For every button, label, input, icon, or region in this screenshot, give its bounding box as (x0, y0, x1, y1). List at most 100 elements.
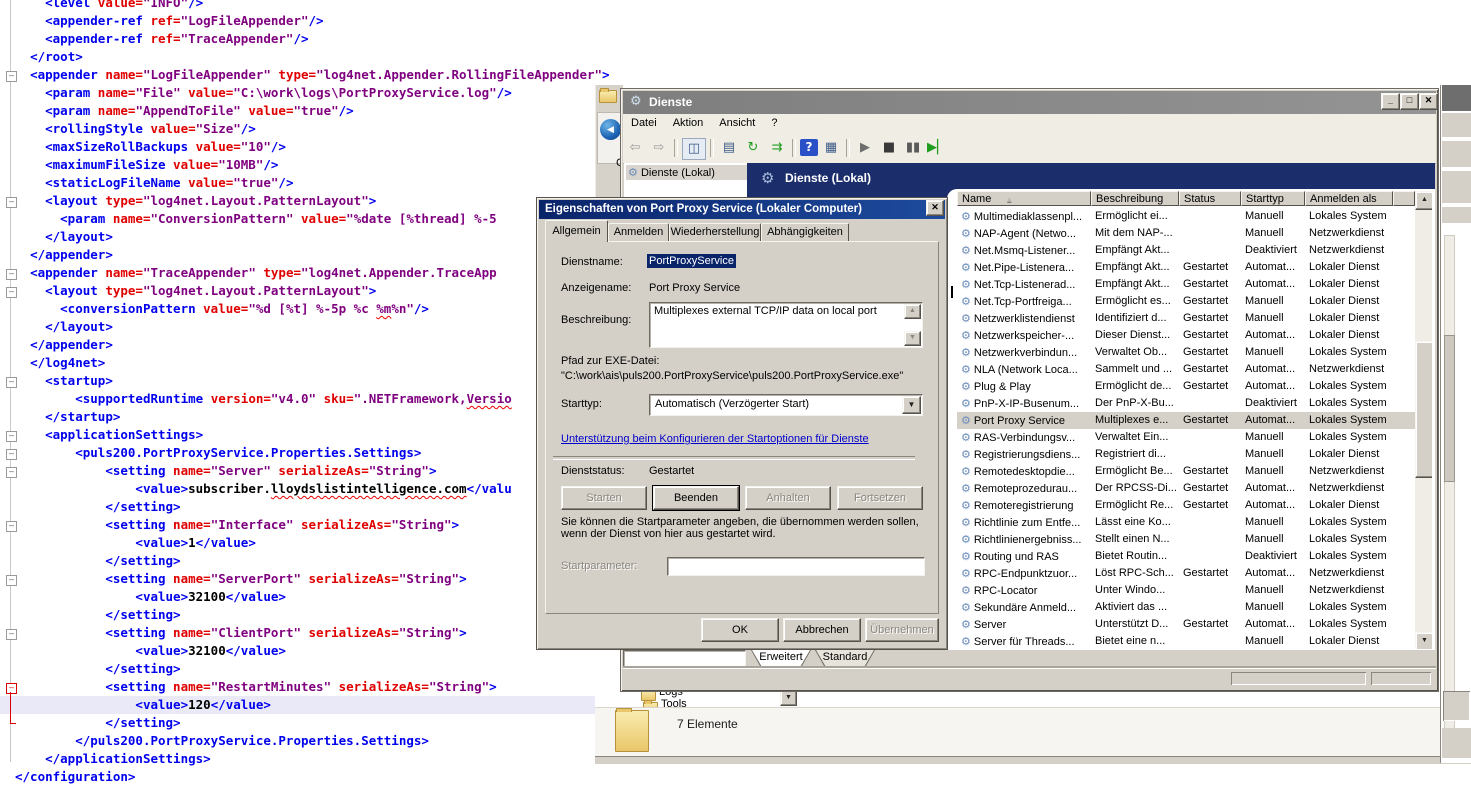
fold-marker-red[interactable]: – (6, 683, 17, 694)
close-icon[interactable]: ✕ (926, 200, 944, 216)
code-line[interactable]: <supportedRuntime version="v4.0" sku=".N… (0, 390, 610, 408)
code-line[interactable]: </setting> (0, 660, 610, 678)
code-line[interactable]: </setting> (0, 606, 610, 624)
table-row[interactable]: ⚙RAS-Verbindungsv...Verwaltet Ein...Manu… (957, 429, 1415, 446)
fold-marker[interactable]: – (6, 287, 17, 298)
table-row[interactable]: ⚙Registrierungsdiens...Registriert di...… (957, 446, 1415, 463)
code-line[interactable]: <param name="AppendToFile" value="true"/… (0, 102, 610, 120)
code-line[interactable]: </puls200.PortProxyService.Properties.Se… (0, 732, 610, 750)
scrollbar-thumb[interactable] (1444, 335, 1455, 482)
column-header-status[interactable]: Status (1179, 191, 1241, 206)
code-area[interactable]: <level value="INFO"/> <appender-ref ref=… (0, 0, 610, 786)
view-tab-erweitert[interactable]: Erweitert (751, 650, 811, 667)
forward-icon[interactable]: ⇨ (648, 138, 670, 158)
start-service-icon[interactable]: ▶ (854, 138, 876, 158)
column-header-name[interactable]: Name▲ (957, 191, 1091, 206)
fold-marker[interactable]: – (6, 197, 17, 208)
table-row[interactable]: ⚙Net.Msmq-Listener...Empfängt Akt...Deak… (957, 242, 1415, 259)
table-row[interactable]: ⚙Multimediaklassenpl...Ermöglicht ei...M… (957, 208, 1415, 225)
table-row[interactable]: ⚙Net.Tcp-Portfreiga...Ermöglicht es...Ge… (957, 293, 1415, 310)
table-row[interactable]: ⚙RPC-LocatorUnter Windo...ManuellNetzwer… (957, 582, 1415, 599)
fold-marker[interactable]: – (6, 521, 17, 532)
scrollbar-track[interactable] (1444, 235, 1455, 737)
table-row[interactable]: ⚙NAP-Agent (Netwo...Mit dem NAP-...Manue… (957, 225, 1415, 242)
menu-aktion[interactable]: Aktion (665, 114, 712, 129)
table-row[interactable]: ⚙Netzwerkspeicher-...Dieser Dienst...Ges… (957, 327, 1415, 344)
code-line[interactable]: <value>120</value> (0, 696, 595, 714)
code-line[interactable]: <param name="ConversionPattern" value="%… (0, 210, 610, 228)
fold-marker[interactable]: – (6, 629, 17, 640)
table-row[interactable]: ⚙Plug & PlayErmöglicht de...GestartetAut… (957, 378, 1415, 395)
close-button[interactable]: ✕ (1419, 93, 1438, 110)
code-line[interactable]: <value>subscriber.lloydslistintelligence… (0, 480, 610, 498)
table-row[interactable]: ⚙NLA (Network Loca...Sammelt und ...Gest… (957, 361, 1415, 378)
abbrechen-button[interactable]: Abbrechen (783, 618, 861, 642)
beenden-button[interactable]: Beenden (653, 486, 739, 510)
table-row[interactable]: ⚙Sekundäre Anmeld...Aktiviert das ...Man… (957, 599, 1415, 616)
code-line[interactable]: <appender name="LogFileAppender" type="l… (0, 66, 610, 84)
code-line[interactable]: <setting name="RestartMinutes" serialize… (0, 678, 610, 696)
beschreibung-field[interactable]: Multiplexes external TCP/IP data on loca… (649, 302, 923, 348)
code-line[interactable]: <value>32100</value> (0, 642, 610, 660)
menu-datei[interactable]: Datei (623, 114, 665, 129)
tab-allgemein[interactable]: Allgemein (545, 220, 608, 242)
show-window-icon[interactable]: ▦ (820, 138, 842, 158)
table-row[interactable]: ⚙PnP-X-IP-Busenum...Der PnP-X-Bu...Deakt… (957, 395, 1415, 412)
column-header-starttyp[interactable]: Starttyp (1241, 191, 1305, 206)
table-row[interactable]: ⚙Net.Pipe-Listenera...Empfängt Akt...Ges… (957, 259, 1415, 276)
column-header-anmelden-als[interactable]: Anmelden als (1305, 191, 1393, 206)
code-line[interactable]: <maximumFileSize value="10MB"/> (0, 156, 610, 174)
ok-button[interactable]: OK (701, 618, 779, 642)
refresh-icon[interactable]: ↻ (742, 138, 764, 158)
code-line[interactable]: </appender> (0, 336, 610, 354)
help-icon[interactable]: ? (800, 139, 818, 156)
code-line[interactable]: </log4net> (0, 354, 610, 372)
table-row[interactable]: ⚙Remoteprozedurau...Der RPCSS-Di...Gesta… (957, 480, 1415, 497)
pause-service-icon[interactable]: ▮▮ (902, 138, 924, 158)
table-row[interactable]: ⚙Netzwerkverbindun...Verwaltet Ob...Gest… (957, 344, 1415, 361)
tab-wiederherstellung[interactable]: Wiederherstellung (669, 223, 761, 241)
code-line[interactable]: </appender> (0, 246, 610, 264)
scroll-up-icon[interactable]: ▲ (904, 304, 921, 319)
table-row[interactable]: ⚙Richtlinienergebniss...Stellt einen N..… (957, 531, 1415, 548)
scroll-down-icon[interactable]: ▼ (1415, 632, 1432, 649)
table-row[interactable]: ⚙Remotedesktopdie...Ermöglicht Be...Gest… (957, 463, 1415, 480)
scrollbar-thumb[interactable] (1415, 341, 1432, 478)
code-line[interactable]: <appender-ref ref="TraceAppender"/> (0, 30, 610, 48)
tree-item-dienste-lokal[interactable]: ⚙ Dienste (Lokal) (626, 165, 747, 180)
back-icon[interactable]: ⇦ (624, 138, 646, 158)
export-list-icon[interactable]: ⇉ (766, 138, 788, 158)
column-header-beschreibung[interactable]: Beschreibung (1091, 191, 1179, 206)
dropdown-arrow-icon[interactable]: ▼ (780, 690, 797, 706)
code-line[interactable]: <conversionPattern value="%d [%t] %-5p %… (0, 300, 610, 318)
code-line[interactable]: <setting name="Server" serializeAs="Stri… (0, 462, 610, 480)
code-line[interactable]: <maxSizeRollBackups value="10"/> (0, 138, 610, 156)
fold-marker[interactable]: – (6, 467, 17, 478)
code-line[interactable]: <staticLogFileName value="true"/> (0, 174, 610, 192)
code-line[interactable]: <value>32100</value> (0, 588, 610, 606)
minimize-button[interactable]: _ (1381, 93, 1400, 110)
table-row[interactable]: ⚙Server für Threads...Bietet eine n...Ma… (957, 633, 1415, 649)
scroll-down-icon[interactable]: ▼ (904, 331, 921, 346)
code-line[interactable]: <param name="File" value="C:\work\logs\P… (0, 84, 610, 102)
table-row[interactable]: ⚙Routing und RASBietet Routin...Deaktivi… (957, 548, 1415, 565)
menu-ansicht[interactable]: Ansicht (711, 114, 763, 129)
view-tab-standard[interactable]: Standard (815, 650, 875, 667)
restart-service-icon[interactable]: ▶▏ (926, 138, 948, 158)
starttyp-dropdown[interactable]: Automatisch (Verzögerter Start) ▼ (649, 394, 923, 416)
fold-marker[interactable]: – (6, 71, 17, 82)
code-line[interactable]: <startup> (0, 372, 610, 390)
code-line[interactable]: <level value="INFO"/> (0, 0, 610, 12)
code-line[interactable]: </setting> (0, 498, 610, 516)
code-line[interactable]: <value>1</value> (0, 534, 610, 552)
scroll-up-icon[interactable]: ▲ (1415, 191, 1432, 210)
code-line[interactable]: <setting name="ServerPort" serializeAs="… (0, 570, 610, 588)
table-row[interactable]: ⚙NetzwerklistendienstIdentifiziert d...G… (957, 310, 1415, 327)
services-titlebar[interactable]: ⚙ Dienste (623, 91, 1436, 114)
show-console-tree-icon[interactable]: ◫ (682, 138, 706, 160)
code-line[interactable]: </startup> (0, 408, 610, 426)
tab-abhängigkeiten[interactable]: Abhängigkeiten (761, 223, 849, 241)
code-line[interactable]: <applicationSettings> (0, 426, 610, 444)
code-line[interactable]: </setting> (0, 552, 610, 570)
tab-anmelden[interactable]: Anmelden (608, 223, 669, 241)
